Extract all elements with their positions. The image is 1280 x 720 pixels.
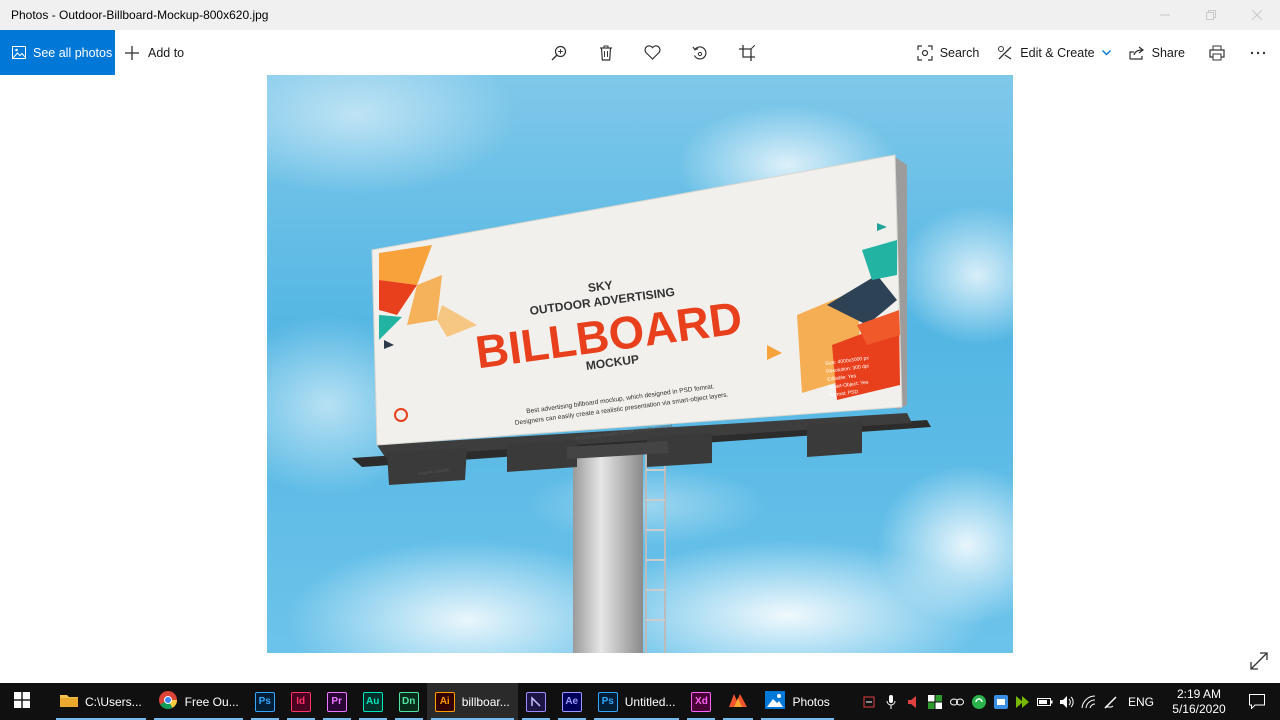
clock-time: 2:19 AM xyxy=(1176,686,1222,701)
command-bar: See all photos Add to Search Edit & Crea… xyxy=(0,30,1280,75)
network-adapter-icon[interactable] xyxy=(990,683,1012,720)
photoshop-icon: Ps xyxy=(597,691,618,712)
taskbar-audition[interactable]: Au xyxy=(355,683,391,720)
pen-icon[interactable] xyxy=(1100,683,1122,720)
indesign-icon: Id xyxy=(290,691,311,712)
expand-icon[interactable] xyxy=(1249,651,1269,671)
clock-date: 5/16/2020 xyxy=(1172,701,1226,716)
share-button[interactable]: Share xyxy=(1120,30,1194,75)
taskbar-photoshop-untitled[interactable]: Ps Untitled... xyxy=(590,683,684,720)
photo-viewer-image: SKY OUTDOOR ADVERTISING BILLBOARD MOCKUP… xyxy=(267,75,1013,653)
after-effects-icon: Ae xyxy=(561,691,582,712)
add-to-label: Add to xyxy=(148,45,185,60)
windows-icon xyxy=(14,692,30,711)
folder-icon xyxy=(60,692,78,711)
search-button[interactable]: Search xyxy=(908,30,989,75)
xd-icon: Xd xyxy=(691,691,712,712)
taskbar-chrome-label: Free Ou... xyxy=(184,694,239,709)
print-icon[interactable] xyxy=(1194,30,1240,75)
photos-icon xyxy=(12,46,26,59)
see-all-photos-button[interactable]: See all photos xyxy=(0,30,115,75)
taskbar-illustrator[interactable]: Ai billboar... xyxy=(426,683,518,720)
creative-cloud-icon xyxy=(727,691,749,712)
volume-icon[interactable] xyxy=(1056,683,1078,720)
taskbar-file-explorer-label: C:\Users... xyxy=(85,694,142,709)
taskbar-chrome[interactable]: Free Ou... xyxy=(150,683,247,720)
edit-create-button[interactable]: Edit & Create xyxy=(988,30,1119,75)
taskbar-photoshop[interactable]: Ps xyxy=(247,683,283,720)
edit-create-label: Edit & Create xyxy=(1020,45,1095,60)
speaker-muted-icon[interactable] xyxy=(902,683,924,720)
taskbar-premiere[interactable]: Pr xyxy=(319,683,355,720)
billboard-photo: SKY OUTDOOR ADVERTISING BILLBOARD MOCKUP… xyxy=(267,75,1013,653)
search-label: Search xyxy=(939,45,980,60)
see-all-photos-label: See all photos xyxy=(33,45,113,60)
taskbar-illustrator-label: billboar... xyxy=(461,694,510,709)
maximize-icon[interactable] xyxy=(1188,0,1234,30)
taskbar-media-encoder[interactable] xyxy=(518,683,554,720)
minimize-icon[interactable] xyxy=(1142,0,1188,30)
rotate-icon[interactable] xyxy=(676,30,723,75)
start-button[interactable] xyxy=(0,683,44,720)
premiere-icon: Pr xyxy=(326,691,347,712)
language-indicator[interactable]: ENG xyxy=(1122,695,1164,709)
taskbar-after-effects[interactable]: Ae xyxy=(554,683,590,720)
audition-icon: Au xyxy=(362,691,383,712)
delete-icon[interactable] xyxy=(582,30,629,75)
search-icon xyxy=(917,44,933,61)
wifi-icon[interactable] xyxy=(1078,683,1100,720)
window-title: Photos - Outdoor-Billboard-Mockup-800x62… xyxy=(11,8,269,22)
more-options-icon[interactable] xyxy=(1240,30,1280,75)
link-icon[interactable] xyxy=(946,683,968,720)
share-icon xyxy=(1129,45,1145,60)
crop-icon[interactable] xyxy=(723,30,770,75)
security-icon[interactable] xyxy=(924,683,946,720)
add-to-button[interactable]: Add to xyxy=(124,30,184,75)
illustrator-icon: Ai xyxy=(434,691,455,712)
photos-app-icon xyxy=(765,691,786,712)
media-encoder-icon xyxy=(525,691,546,712)
microphone-icon[interactable] xyxy=(880,683,902,720)
battery-icon[interactable] xyxy=(1034,683,1056,720)
dimension-icon: Dn xyxy=(398,691,419,712)
taskbar-dimension[interactable]: Dn xyxy=(391,683,427,720)
sync-icon[interactable] xyxy=(968,683,990,720)
taskbar-creative-cloud[interactable] xyxy=(719,683,757,720)
tray-app-icon[interactable] xyxy=(858,683,880,720)
chrome-icon xyxy=(158,690,178,713)
title-bar: Photos - Outdoor-Billboard-Mockup-800x62… xyxy=(0,0,1280,30)
taskbar-photos-label: Photos xyxy=(792,694,830,709)
taskbar: C:\Users... Free Ou... Ps Id Pr Au Dn Ai… xyxy=(0,683,1280,720)
clock[interactable]: 2:19 AM 5/16/2020 xyxy=(1164,687,1234,717)
taskbar-file-explorer[interactable]: C:\Users... xyxy=(52,683,150,720)
taskbar-photoshop-untitled-label: Untitled... xyxy=(624,694,676,709)
notification-center-icon[interactable] xyxy=(1234,683,1280,720)
close-icon[interactable] xyxy=(1234,0,1280,30)
favorite-icon[interactable] xyxy=(629,30,676,75)
taskbar-xd[interactable]: Xd xyxy=(683,683,719,720)
zoom-icon[interactable] xyxy=(535,30,582,75)
chevron-down-icon xyxy=(1101,49,1111,56)
taskbar-photos[interactable]: Photos xyxy=(757,683,837,720)
nvidia-icon[interactable] xyxy=(1012,683,1034,720)
plus-icon xyxy=(124,45,140,61)
taskbar-indesign[interactable]: Id xyxy=(283,683,319,720)
system-tray: ENG 2:19 AM 5/16/2020 xyxy=(858,683,1280,720)
edit-create-icon xyxy=(997,45,1013,61)
share-label: Share xyxy=(1151,45,1185,60)
photoshop-icon: Ps xyxy=(254,691,275,712)
